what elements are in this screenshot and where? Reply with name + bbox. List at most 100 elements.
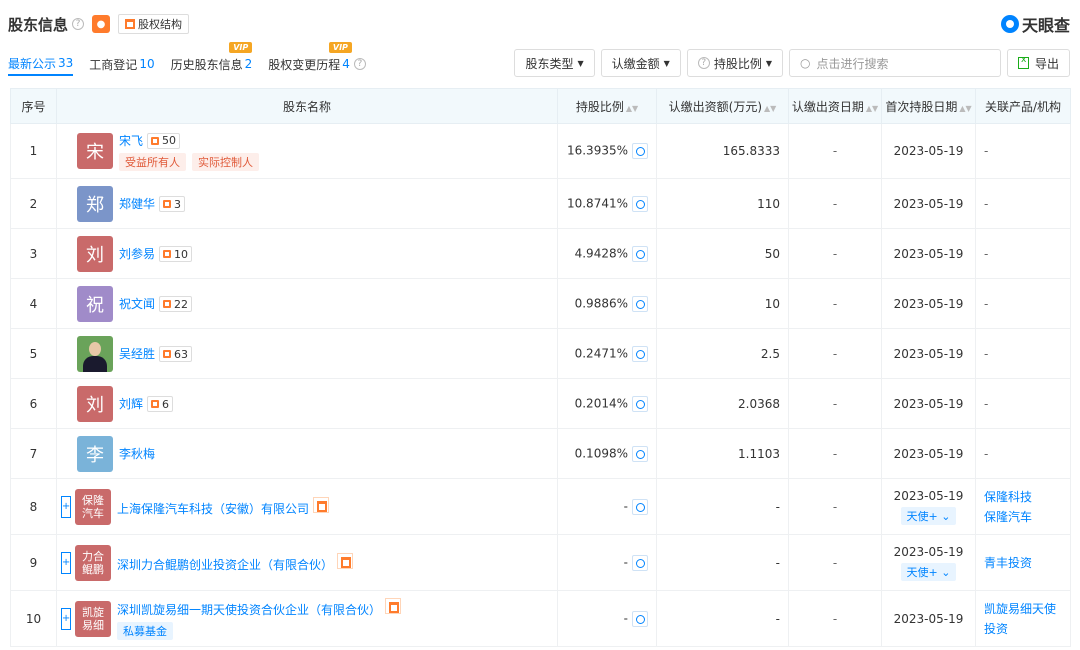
amount-dropdown[interactable]: 认缴金额 ▼ [600,49,681,77]
shareholder-name-link[interactable]: 深圳力合鲲鹏创业投资企业（有限合伙） [117,556,333,573]
round-badge[interactable]: 天使+ ⌄ [900,562,957,581]
avatar[interactable]: 宋 [77,133,113,169]
col-label: 持股比例 [575,99,624,114]
shareholder-name-wrap: + 凯旋 易细 深圳凯旋易细一期天使投资合伙企业（有限合伙） 私募基金 [57,597,557,640]
relation-count-badge[interactable]: 6 [147,396,174,412]
sort-icon[interactable]: ▲▼ [764,104,776,113]
pie-chart-icon[interactable] [632,295,648,312]
expand-icon[interactable]: + [61,551,71,574]
sort-icon[interactable]: ▲▼ [959,104,971,113]
shareholder-name-link[interactable]: 上海保隆汽车科技（安徽）有限公司 [117,500,309,517]
related-link[interactable]: 保隆科技 [984,487,1070,507]
export-button[interactable]: 导出 [1006,49,1070,77]
sort-icon[interactable]: ▲▼ [866,104,878,113]
tag-badge[interactable]: 受益所有人 [119,152,186,171]
col-first-date[interactable]: 首次持股日期 ▲▼ [881,88,976,124]
pie-chart-icon[interactable] [632,395,648,412]
pie-chart-icon[interactable] [632,195,648,212]
shareholder-name-link[interactable]: 郑健华 [119,195,155,212]
avatar[interactable]: 李 [77,435,113,472]
structure-icon[interactable] [385,597,402,614]
relation-icon [151,136,160,145]
pie-chart-icon[interactable] [632,498,648,515]
shareholder-name-link[interactable]: 吴经胜 [119,345,155,362]
shareholder-name-line: 郑健华 3 [119,195,186,212]
col-sub-date[interactable]: 认缴出资日期 ▲▼ [788,88,882,124]
search-input[interactable]: ○ 点击进行搜索 [788,49,1001,77]
pie-chart-icon[interactable] [632,143,648,159]
shareholder-type-dropdown[interactable]: 股东类型 ▼ [514,49,595,77]
avatar[interactable]: 刘 [77,235,113,272]
related-link[interactable]: 保隆汽车 [984,507,1070,527]
related-link[interactable]: 投资 [984,619,1070,639]
col-label: 认缴出资额(万元) [668,99,763,114]
relation-count-badge[interactable]: 50 [147,132,181,149]
sort-icon[interactable]: ▲▼ [626,104,638,113]
avatar[interactable]: 保隆 汽车 [75,488,111,525]
structure-icon[interactable] [313,496,330,513]
shareholder-name-wrap: 吴经胜 63 [57,335,557,372]
equity-structure-button[interactable]: 股权结构 [118,14,190,34]
bell-icon[interactable]: ● [92,15,111,33]
ratio-dropdown[interactable]: ? 持股比例 ▼ [686,49,783,77]
avatar[interactable]: 力合 鲲鹏 [75,544,111,581]
help-icon[interactable]: ? [353,58,366,70]
relation-count-badge[interactable]: 22 [159,296,193,312]
relation-count-badge[interactable]: 3 [159,196,186,212]
avatar[interactable]: 祝 [77,285,113,322]
structure-icon [125,19,136,29]
tab-latest[interactable]: 最新公示 33 [8,52,74,76]
brand-logo[interactable]: 天眼查 [1000,12,1070,36]
pie-chart-icon[interactable] [632,245,648,262]
expand-icon[interactable]: + [61,607,71,630]
related-cell: 凯旋易细天使 投资 [975,590,1071,647]
shareholder-name-link[interactable]: 祝文闻 [119,295,155,312]
section-header: 股东信息 ? ● 股权结构 天眼查 [8,10,1070,38]
related-link[interactable]: 凯旋易细天使 [984,599,1070,619]
tag-list: 受益所有人 实际控制人 [119,152,259,171]
shareholder-cell: 李李秋梅 [56,428,558,479]
tag-badge[interactable]: 实际控制人 [192,152,259,171]
avatar-photo[interactable] [77,335,113,372]
relation-icon [151,400,160,408]
first-date-cell: 2023-05-19 [881,328,976,379]
relation-count: 63 [174,347,189,361]
relation-count-badge[interactable]: 63 [159,346,193,362]
ratio-cell: 0.1098% [557,428,657,479]
first-date-cell: 2023-05-19 [881,123,976,179]
col-ratio[interactable]: 持股比例 ▲▼ [557,88,657,124]
structure-icon[interactable] [337,552,354,569]
avatar[interactable]: 郑 [77,185,113,222]
shareholder-cell: 郑郑健华 3 [56,178,558,229]
first-date-value: 2023-05-19 [893,396,964,411]
shareholder-name-link[interactable]: 刘辉 [119,395,143,412]
related-empty: - [984,246,989,261]
shareholder-name-link[interactable]: 深圳凯旋易细一期天使投资合伙企业（有限合伙） [117,601,381,618]
tab-history[interactable]: 历史股东信息 2 VIP [171,42,253,76]
avatar[interactable]: 刘 [77,385,113,422]
row-index: 5 [10,328,57,379]
help-icon[interactable]: ? [72,18,85,30]
pie-chart-icon[interactable] [632,610,648,627]
related-empty: - [984,196,989,211]
tag-badge[interactable]: 私募基金 [117,621,173,640]
shareholder-name-link[interactable]: 刘参易 [119,245,155,262]
tab-registration[interactable]: 工商登记 10 [89,52,154,76]
avatar[interactable]: 凯旋 易细 [75,600,111,637]
expand-icon[interactable]: + [61,495,71,518]
amount-cell: - [656,534,789,591]
pie-chart-icon[interactable] [632,445,648,462]
relation-count-badge[interactable]: 10 [159,246,193,262]
pie-chart-icon[interactable] [632,345,648,362]
related-link[interactable]: 青丰投资 [984,553,1070,573]
round-badge[interactable]: 天使+ ⌄ [900,506,957,525]
shareholder-name-link[interactable]: 李秋梅 [119,445,155,462]
row-index: 10 [10,590,57,647]
pie-chart-icon[interactable] [632,554,648,571]
related-cell: - [975,178,1071,229]
shareholder-info: 上海保隆汽车科技（安徽）有限公司 [117,496,330,517]
shareholder-name-link[interactable]: 宋飞 [119,132,143,149]
tab-equity-change[interactable]: 股权变更历程 4 ? VIP [268,42,366,76]
col-amount[interactable]: 认缴出资额(万元) ▲▼ [656,88,789,124]
col-label: 认缴出资日期 [791,99,864,114]
